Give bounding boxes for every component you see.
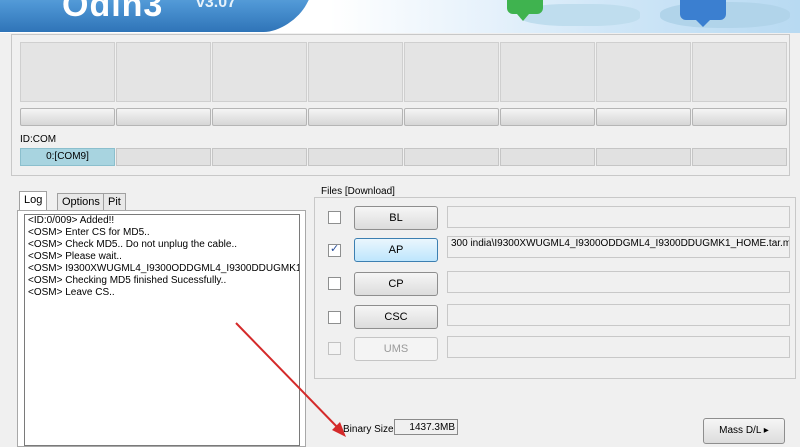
cp-path-field[interactable]: [447, 271, 790, 293]
device-slot: [212, 42, 307, 102]
log-tab-panel: <ID:0/009> Added!! <OSM> Enter CS for MD…: [17, 210, 306, 447]
progress-bar: [596, 108, 691, 126]
progress-bar: [500, 108, 595, 126]
cp-checkbox[interactable]: [328, 277, 341, 290]
ap-checkbox[interactable]: ✓: [328, 243, 341, 257]
device-slot: [20, 42, 115, 102]
com-port-cell: [212, 148, 307, 166]
bl-path-field[interactable]: [447, 206, 790, 228]
com-port-cell: 0:[COM9]: [20, 148, 115, 166]
csc-checkbox[interactable]: [328, 311, 341, 324]
com-port-cell: [308, 148, 403, 166]
bl-button[interactable]: BL: [354, 206, 438, 230]
com-port-cell: [404, 148, 499, 166]
id-com-label: ID:COM: [20, 134, 57, 145]
com-port-cell: [596, 148, 691, 166]
log-line: <OSM> Check MD5.. Do not unplug the cabl…: [28, 239, 237, 250]
files-group-title: Files [Download]: [321, 186, 395, 197]
bl-checkbox[interactable]: [328, 211, 341, 224]
progress-bar: [116, 108, 211, 126]
com-port-cell: [500, 148, 595, 166]
blue-speech-bubble-icon: [680, 0, 726, 20]
mass-dl-button[interactable]: Mass D/L ▸: [703, 418, 785, 444]
ums-checkbox: [328, 342, 341, 355]
device-slot: [692, 42, 787, 102]
log-line: <OSM> I9300XWUGML4_I9300ODDGML4_I9300DDU…: [28, 263, 300, 274]
app-version: v3.07: [196, 0, 237, 11]
ap-button[interactable]: AP: [354, 238, 438, 262]
binary-size-value: 1437.3MB: [394, 419, 458, 435]
progress-bar: [20, 108, 115, 126]
com-port-cell: [692, 148, 787, 166]
csc-path-field[interactable]: [447, 304, 790, 326]
green-speech-bubble-icon: [517, 14, 529, 21]
progress-bar: [692, 108, 787, 126]
log-line: <ID:0/009> Added!!: [28, 215, 115, 226]
binary-size-label: Binary Size: [343, 424, 394, 435]
device-slot: [500, 42, 595, 102]
tab-log[interactable]: Log: [19, 191, 48, 212]
blue-speech-bubble-icon: [696, 20, 710, 27]
device-slot: [116, 42, 211, 102]
progress-bar: [404, 108, 499, 126]
ap-path-field[interactable]: 300 india\I9300XWUGML4_I9300ODDGML4_I930…: [447, 236, 790, 258]
device-slot: [596, 42, 691, 102]
checkmark-icon: ✓: [330, 243, 340, 255]
ums-button: UMS: [354, 337, 438, 361]
com-port-cell: [116, 148, 211, 166]
progress-bar: [212, 108, 307, 126]
device-slot: [404, 42, 499, 102]
header-banner: Odin3 v3.07: [0, 0, 800, 33]
tab-pit[interactable]: Pit: [103, 193, 126, 211]
progress-bar: [308, 108, 403, 126]
csc-button[interactable]: CSC: [354, 305, 438, 329]
port-status-panel: ID:COM 0:[COM9]: [11, 34, 790, 176]
app-logo: Odin3: [62, 0, 164, 24]
green-speech-bubble-icon: [507, 0, 543, 14]
device-slot: [308, 42, 403, 102]
log-output[interactable]: <ID:0/009> Added!! <OSM> Enter CS for MD…: [24, 214, 300, 446]
ums-path-field: [447, 336, 790, 358]
cp-button[interactable]: CP: [354, 272, 438, 296]
log-line: <OSM> Please wait..: [28, 251, 122, 262]
log-line: <OSM> Leave CS..: [28, 287, 115, 298]
log-line: <OSM> Enter CS for MD5..: [28, 227, 150, 238]
banner-logo-panel: [0, 0, 331, 32]
log-line: <OSM> Checking MD5 finished Sucessfully.…: [28, 275, 227, 286]
tab-options[interactable]: Options: [57, 193, 105, 211]
